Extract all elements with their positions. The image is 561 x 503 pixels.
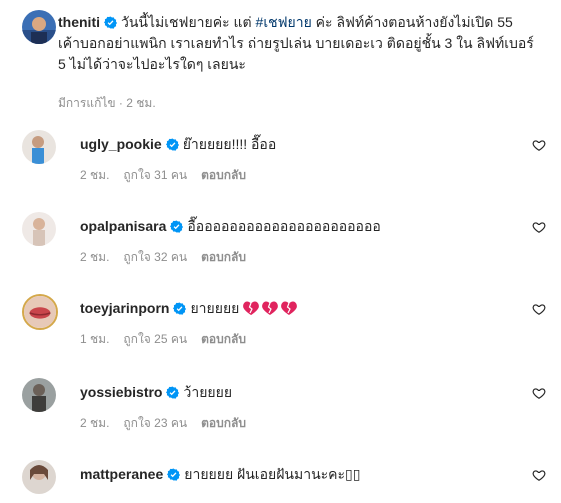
comment-username[interactable]: mattperanee bbox=[80, 466, 163, 482]
comment-item: yossiebistro ว้ายยยย 2 ชม. ถูกใจ 23 คน ตอบก… bbox=[22, 376, 552, 446]
caption-text-1: วันนี้ไม่เชฟยายค่ะ แต่ bbox=[121, 14, 256, 30]
comment-text: ย๊ายยยย!!!! อื๊ออ bbox=[182, 136, 277, 152]
comment-likes[interactable]: ถูกใจ 25 คน bbox=[123, 332, 187, 346]
comment-time: 2 ชม. bbox=[80, 250, 110, 264]
comment-username[interactable]: toeyjarinporn bbox=[80, 300, 169, 316]
comment-username[interactable]: opalpanisara bbox=[80, 218, 166, 234]
mattperanee-avatar[interactable] bbox=[22, 460, 56, 494]
opalpanisara-avatar[interactable] bbox=[22, 212, 56, 246]
verified-badge-icon bbox=[104, 16, 117, 29]
reply-button[interactable]: ตอบกลับ bbox=[201, 332, 246, 346]
post-meta: มีการแก้ไข · 2 ชม. bbox=[58, 96, 156, 110]
comment-text: อื๊ออออออออออออออออออออออ bbox=[187, 218, 381, 234]
verified-badge-icon bbox=[173, 302, 187, 315]
broken-heart-emoji-icons bbox=[243, 300, 298, 319]
heart-icon[interactable] bbox=[532, 386, 546, 400]
reply-button[interactable]: ตอบกลับ bbox=[201, 168, 246, 182]
heart-icon[interactable] bbox=[532, 220, 546, 234]
comment-likes[interactable]: ถูกใจ 23 คน bbox=[123, 416, 187, 430]
heart-icon[interactable] bbox=[532, 138, 546, 152]
post-username[interactable]: theniti bbox=[58, 14, 100, 30]
comment-time: 2 ชม. bbox=[80, 416, 110, 430]
verified-badge-icon bbox=[165, 138, 179, 151]
comment-time: 1 ชม. bbox=[80, 332, 110, 346]
ugly-pookie-avatar[interactable] bbox=[22, 130, 56, 164]
comment-likes[interactable]: ถูกใจ 32 คน bbox=[123, 250, 187, 264]
comment-item: opalpanisara อื๊ออออออออออออออออออออออ 2 … bbox=[22, 210, 552, 280]
hashtag-link[interactable]: #เชฟยาย bbox=[256, 14, 312, 30]
heart-icon[interactable] bbox=[532, 302, 546, 316]
comment-item: toeyjarinporn ยายยยย 1 ชม. ถูกใจ 25 คน ตอบก… bbox=[22, 292, 552, 362]
reply-button[interactable]: ตอบกลับ bbox=[201, 250, 246, 264]
verified-badge-icon bbox=[170, 220, 184, 233]
comment-username[interactable]: ugly_pookie bbox=[80, 136, 162, 152]
comment-item: ugly_pookie ย๊ายยยย!!!! อื๊ออ 2 ชม. ถูกใจ … bbox=[22, 128, 552, 198]
comment-item: mattperanee ยายยยย ฝันเอยฝันมานะคะ▯▯ bbox=[22, 458, 552, 503]
reply-button[interactable]: ตอบกลับ bbox=[201, 416, 246, 430]
comment-time: 2 ชม. bbox=[80, 168, 110, 182]
comment-text: ยายยยย bbox=[190, 300, 240, 316]
verified-badge-icon bbox=[166, 386, 180, 399]
comment-username[interactable]: yossiebistro bbox=[80, 384, 162, 400]
theniti-avatar[interactable] bbox=[22, 10, 56, 44]
verified-badge-icon bbox=[167, 468, 181, 481]
post-caption: theniti วันนี้ไม่เชฟยายค่ะ แต่ #เชฟยาย ค่… bbox=[58, 12, 538, 75]
yossiebistro-avatar[interactable] bbox=[22, 378, 56, 412]
heart-icon[interactable] bbox=[532, 468, 546, 482]
toeyjarinporn-avatar[interactable] bbox=[22, 294, 58, 330]
comment-text: ว้ายยยย bbox=[183, 384, 233, 400]
comment-likes[interactable]: ถูกใจ 31 คน bbox=[123, 168, 187, 182]
comment-text: ยายยยย ฝันเอยฝันมานะคะ▯▯ bbox=[184, 466, 361, 482]
